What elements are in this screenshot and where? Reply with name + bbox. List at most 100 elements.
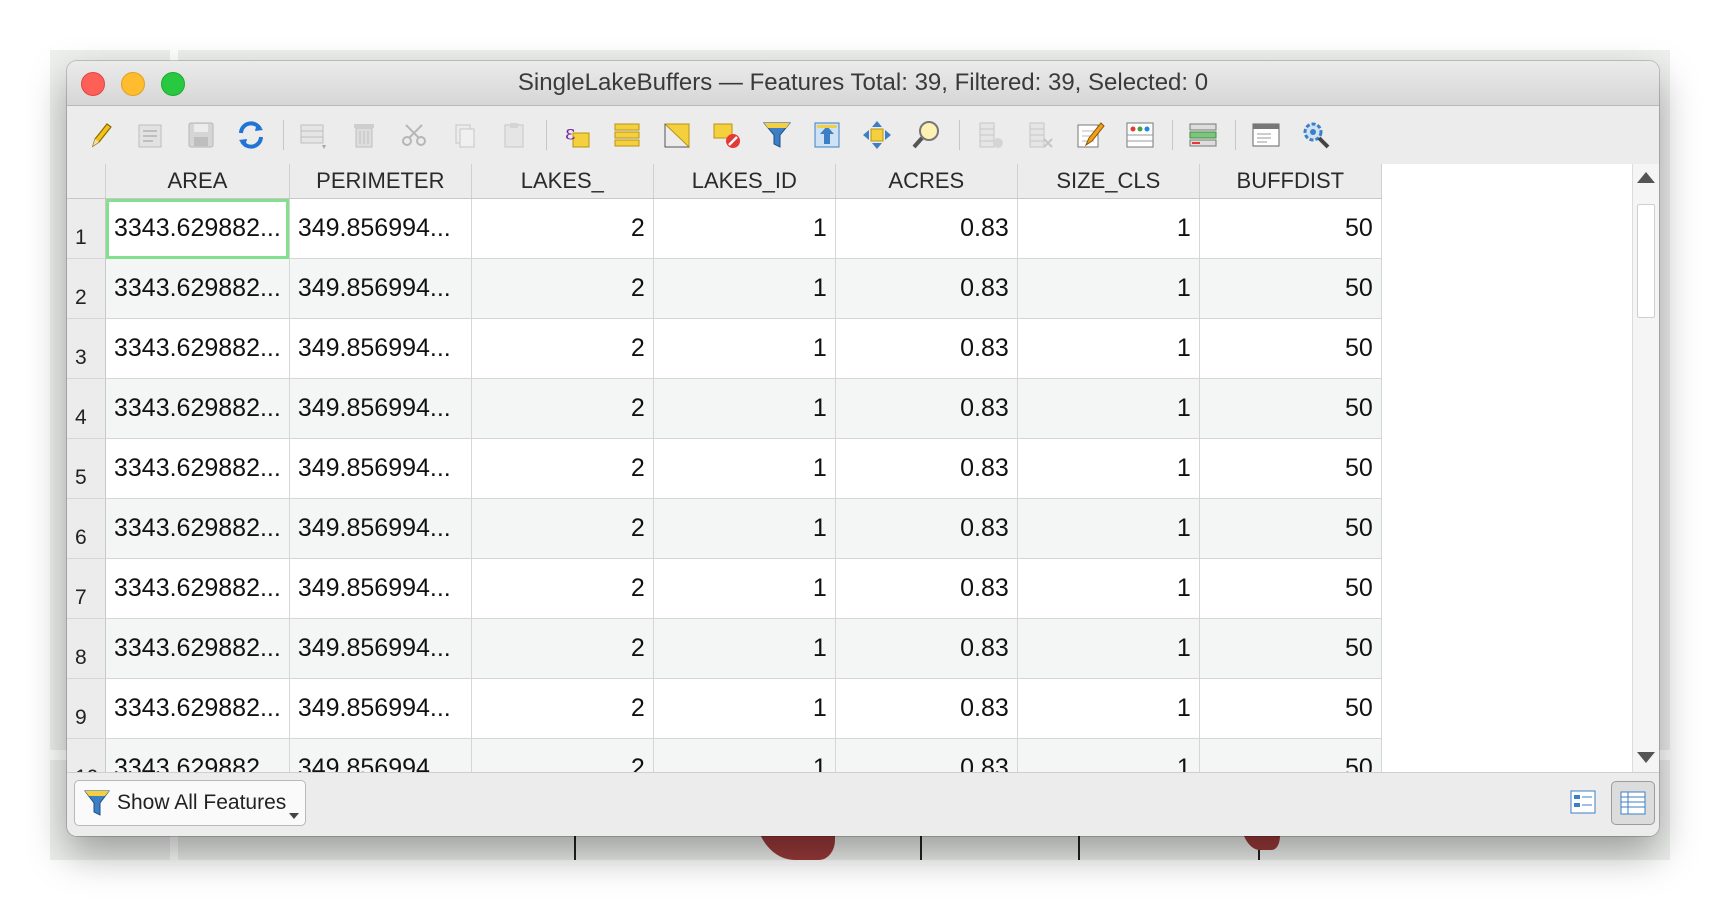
- filter-select-button[interactable]: [759, 117, 795, 153]
- table-cell[interactable]: 349.856994...: [289, 198, 472, 259]
- table-row[interactable]: 8 3343.629882... 349.856994... 2 1 0.83 1 50: [67, 618, 1382, 679]
- table-cell[interactable]: 3343.629882...: [105, 558, 290, 619]
- table-cell[interactable]: 1: [1017, 678, 1200, 739]
- column-header[interactable]: LAKES_: [471, 164, 654, 199]
- cut-button[interactable]: [396, 117, 432, 153]
- table-cell[interactable]: 0.83: [835, 558, 1018, 619]
- table-row[interactable]: 4 3343.629882... 349.856994... 2 1 0.83 1 50: [67, 378, 1382, 439]
- form-view-button[interactable]: [1562, 781, 1604, 823]
- table-cell[interactable]: 2: [471, 678, 654, 739]
- table-cell[interactable]: 1: [653, 618, 836, 679]
- table-cell[interactable]: 1: [1017, 558, 1200, 619]
- row-number[interactable]: 6: [67, 498, 106, 559]
- select-by-expression-button[interactable]: ε: [559, 117, 595, 153]
- table-cell[interactable]: 50: [1199, 198, 1382, 259]
- table-cell[interactable]: 1: [653, 678, 836, 739]
- table-cell[interactable]: 3343.629882...: [105, 678, 290, 739]
- save-edits-button[interactable]: [183, 117, 219, 153]
- table-cell[interactable]: 349.856994...: [289, 438, 472, 499]
- table-cell[interactable]: 1: [653, 318, 836, 379]
- table-cell[interactable]: 50: [1199, 258, 1382, 319]
- add-feature-button[interactable]: [296, 117, 332, 153]
- pan-to-selected-button[interactable]: [859, 117, 895, 153]
- table-cell[interactable]: 3343.629882...: [105, 318, 290, 379]
- move-selection-to-top-button[interactable]: [809, 117, 845, 153]
- table-row[interactable]: 7 3343.629882... 349.856994... 2 1 0.83 1 50: [67, 558, 1382, 619]
- table-cell[interactable]: 1: [653, 438, 836, 499]
- new-field-button[interactable]: [972, 117, 1008, 153]
- scroll-up-arrow[interactable]: [1637, 172, 1655, 183]
- table-cell[interactable]: 2: [471, 318, 654, 379]
- row-number[interactable]: 2: [67, 258, 106, 319]
- invert-selection-button[interactable]: [659, 117, 695, 153]
- toggle-editing-button[interactable]: [83, 117, 119, 153]
- column-header[interactable]: ACRES: [835, 164, 1018, 199]
- table-cell[interactable]: 50: [1199, 378, 1382, 439]
- table-cell[interactable]: 349.856994...: [289, 618, 472, 679]
- table-cell[interactable]: 1: [653, 378, 836, 439]
- table-cell[interactable]: 50: [1199, 318, 1382, 379]
- table-cell[interactable]: 2: [471, 378, 654, 439]
- vertical-scrollbar[interactable]: [1632, 164, 1659, 773]
- select-all-button[interactable]: [609, 117, 645, 153]
- row-number[interactable]: 4: [67, 378, 106, 439]
- column-header[interactable]: SIZE_CLS: [1017, 164, 1200, 199]
- row-number[interactable]: 5: [67, 438, 106, 499]
- table-cell[interactable]: 2: [471, 258, 654, 319]
- paste-button[interactable]: [496, 117, 532, 153]
- table-cell[interactable]: 50: [1199, 618, 1382, 679]
- table-cell[interactable]: 50: [1199, 738, 1382, 773]
- table-cell[interactable]: 0.83: [835, 738, 1018, 773]
- table-row[interactable]: 103343.629882...349.856994...210.83150: [67, 738, 1382, 773]
- table-cell[interactable]: 349.856994...: [289, 258, 472, 319]
- table-cell[interactable]: 1: [1017, 318, 1200, 379]
- table-cell[interactable]: 349.856994...: [289, 378, 472, 439]
- table-cell[interactable]: 3343.629882...: [105, 198, 290, 259]
- table-cell[interactable]: 1: [1017, 378, 1200, 439]
- table-cell[interactable]: 3343.629882...: [105, 378, 290, 439]
- row-number[interactable]: 10: [67, 738, 106, 773]
- table-cell[interactable]: 1: [1017, 498, 1200, 559]
- column-header[interactable]: PERIMETER: [289, 164, 472, 199]
- column-header[interactable]: AREA: [105, 164, 290, 199]
- table-cell[interactable]: 2: [471, 738, 654, 773]
- table-cell[interactable]: 50: [1199, 558, 1382, 619]
- row-number[interactable]: 3: [67, 318, 106, 379]
- table-cell[interactable]: 1: [653, 558, 836, 619]
- table-cell[interactable]: 1: [1017, 738, 1200, 773]
- table-cell[interactable]: 2: [471, 618, 654, 679]
- table-cell[interactable]: 2: [471, 498, 654, 559]
- column-header[interactable]: LAKES_ID: [653, 164, 836, 199]
- zoom-to-selected-button[interactable]: [909, 117, 945, 153]
- table-cell[interactable]: 50: [1199, 678, 1382, 739]
- conditional-formatting-button[interactable]: [1122, 117, 1158, 153]
- delete-selected-button[interactable]: [346, 117, 382, 153]
- table-row[interactable]: 5 3343.629882... 349.856994... 2 1 0.83 1 50: [67, 438, 1382, 499]
- dock-button[interactable]: [1248, 117, 1284, 153]
- table-cell[interactable]: 0.83: [835, 438, 1018, 499]
- corner-header[interactable]: [67, 164, 106, 199]
- table-cell[interactable]: 2: [471, 198, 654, 259]
- table-cell[interactable]: 0.83: [835, 258, 1018, 319]
- deselect-all-button[interactable]: [709, 117, 745, 153]
- table-row[interactable]: 2 3343.629882... 349.856994... 2 1 0.83 1 50: [67, 258, 1382, 319]
- table-cell[interactable]: 1: [1017, 438, 1200, 499]
- table-cell[interactable]: 1: [653, 258, 836, 319]
- column-header[interactable]: BUFFDIST: [1199, 164, 1382, 199]
- settings-button[interactable]: [1298, 117, 1334, 153]
- table-cell[interactable]: 1: [653, 738, 836, 773]
- delete-field-button[interactable]: [1022, 117, 1058, 153]
- table-cell[interactable]: 0.83: [835, 678, 1018, 739]
- table-row[interactable]: 3 3343.629882... 349.856994... 2 1 0.83 1 50: [67, 318, 1382, 379]
- table-cell[interactable]: 1: [1017, 618, 1200, 679]
- scrollbar-thumb[interactable]: [1637, 204, 1655, 318]
- copy-button[interactable]: [446, 117, 482, 153]
- table-cell[interactable]: 2: [471, 438, 654, 499]
- table-cell[interactable]: 1: [653, 198, 836, 259]
- table-row[interactable]: 1 3343.629882... 349.856994... 2 1 0.83 1 50: [67, 198, 1382, 259]
- table-cell[interactable]: 349.856994...: [289, 558, 472, 619]
- reload-button[interactable]: [233, 117, 269, 153]
- row-number[interactable]: 1: [67, 198, 106, 259]
- table-cell[interactable]: 3343.629882...: [105, 438, 290, 499]
- row-number[interactable]: 8: [67, 618, 106, 679]
